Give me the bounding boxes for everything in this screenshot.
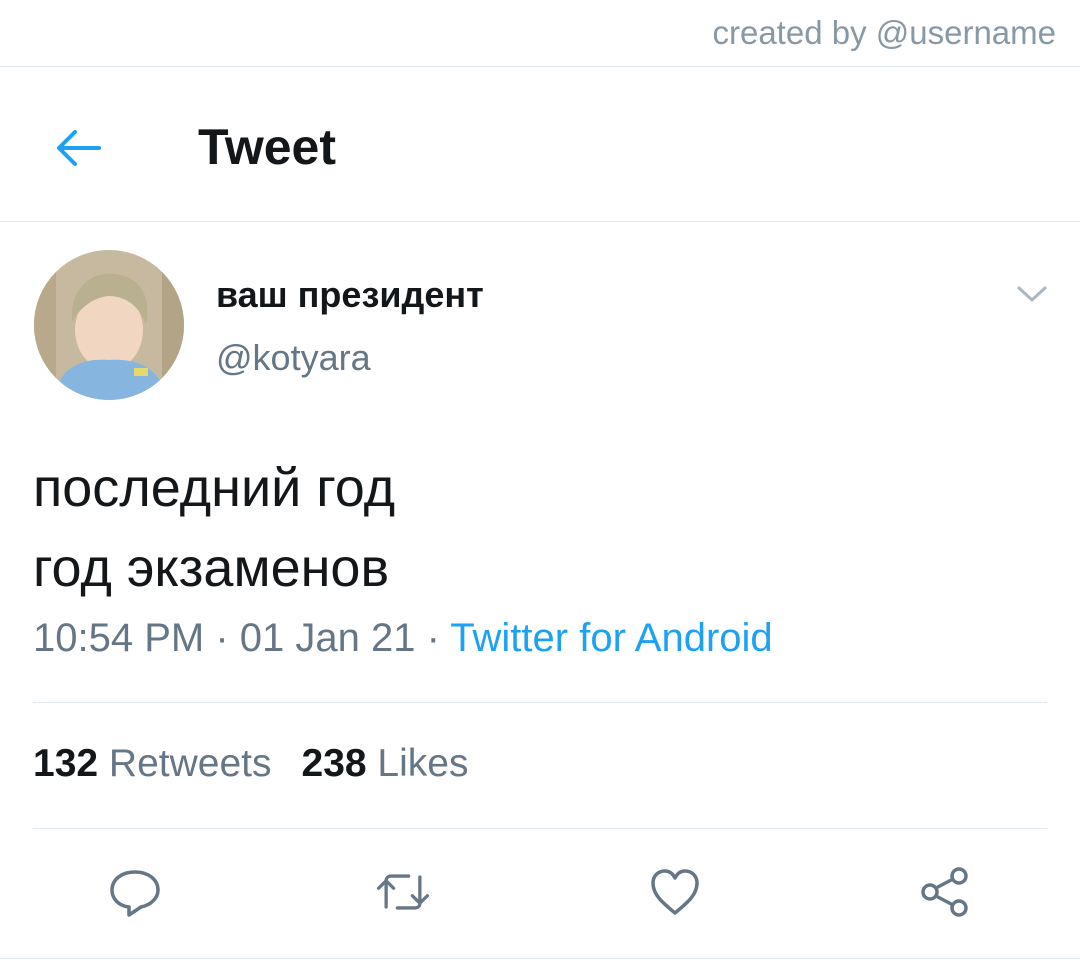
tweet-source-link[interactable]: Twitter for Android [450, 616, 772, 660]
retweets-stat[interactable]: 132 Retweets [33, 742, 272, 785]
user-handle[interactable]: @kotyara [216, 337, 371, 379]
avatar-image [34, 250, 184, 400]
meta-divider [33, 702, 1047, 703]
meta-separator: · [204, 616, 240, 660]
retweets-count: 132 [33, 742, 99, 785]
bottom-divider [0, 958, 1080, 959]
share-icon [921, 867, 968, 917]
avatar[interactable] [34, 250, 184, 400]
tweet-text-line-2: год экзаменов [33, 538, 390, 598]
likes-label: Likes [377, 742, 469, 785]
reply-button[interactable] [105, 862, 165, 922]
page-title: Tweet [198, 119, 336, 175]
tweet-meta: 10:54 PM · 01 Jan 21 · Twitter for Andro… [33, 616, 773, 661]
reply-icon [110, 870, 160, 917]
stats-divider [33, 828, 1047, 829]
retweet-icon [376, 874, 430, 910]
meta-separator: · [415, 616, 451, 660]
retweets-label: Retweets [108, 742, 272, 785]
back-button[interactable] [50, 120, 106, 176]
like-icon [651, 869, 699, 915]
display-name[interactable]: ваш президент [216, 274, 484, 316]
share-button[interactable] [915, 862, 975, 922]
likes-count: 238 [301, 742, 367, 785]
watermark-text: created by @username [712, 14, 1056, 51]
tweet-stats: 132 Retweets 238 Likes [33, 742, 468, 786]
tweet-date: 01 Jan 21 [239, 616, 416, 660]
tweet-time: 10:54 PM [33, 616, 205, 660]
like-button[interactable] [645, 862, 705, 922]
retweet-button[interactable] [373, 862, 433, 922]
top-divider [0, 66, 1080, 67]
back-arrow-icon [57, 130, 101, 166]
likes-stat[interactable]: 238 Likes [302, 742, 469, 785]
tweet-text: последний год год экзаменов [33, 448, 395, 608]
tweet-text-line-1: последний год [33, 458, 396, 518]
more-options-button[interactable] [1010, 276, 1054, 312]
chevron-down-icon [1017, 286, 1047, 302]
header-divider [0, 221, 1080, 222]
